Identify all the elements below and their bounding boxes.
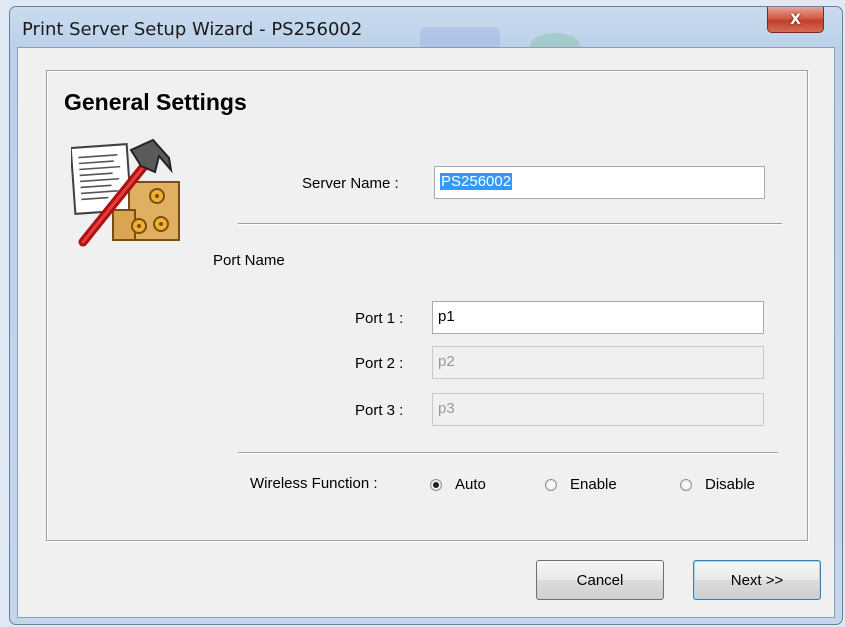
server-name-value: PS256002 — [440, 173, 513, 190]
port-1-label: Port 1 : — [355, 310, 404, 327]
separator — [238, 452, 778, 454]
radio-disable-label: Disable — [705, 476, 756, 493]
radio-auto-label: Auto — [455, 476, 486, 493]
cancel-button[interactable]: Cancel — [536, 560, 664, 600]
title-bar-glow — [420, 27, 500, 49]
port-1-input[interactable]: p1 — [432, 301, 764, 334]
port-2-label: Port 2 : — [355, 355, 404, 372]
server-name-input[interactable]: PS256002 — [434, 166, 765, 199]
port-2-input: p2 — [432, 346, 764, 379]
port-3-value: p3 — [438, 400, 455, 417]
port-name-section-label: Port Name — [213, 252, 285, 269]
window-title: Print Server Setup Wizard - PS256002 — [22, 19, 363, 40]
server-name-label: Server Name : — [302, 175, 399, 192]
port-3-input: p3 — [432, 393, 764, 426]
tools-document-icon — [71, 138, 180, 247]
radio-disable[interactable]: Disable — [680, 476, 755, 493]
radio-button-icon[interactable] — [430, 478, 442, 491]
radio-button-icon[interactable] — [545, 478, 557, 491]
port-3-label: Port 3 : — [355, 402, 404, 419]
next-button[interactable]: Next >> — [693, 560, 821, 600]
separator — [238, 223, 782, 225]
wireless-function-label: Wireless Function : — [250, 475, 378, 492]
wizard-window: Print Server Setup Wizard - PS256002 X G… — [9, 6, 843, 625]
radio-auto[interactable]: Auto — [430, 476, 486, 493]
port-1-value: p1 — [438, 308, 455, 325]
dialog-client-area: General Settings Server Name: PS256002 … — [17, 47, 835, 618]
port-2-value: p2 — [438, 353, 455, 370]
radio-selected-dot — [433, 481, 439, 488]
close-button[interactable]: X — [767, 7, 824, 33]
page-title: General Settings — [64, 89, 247, 115]
radio-enable[interactable]: Enable — [545, 476, 617, 493]
radio-button-icon[interactable] — [680, 478, 692, 491]
radio-enable-label: Enable — [570, 476, 617, 493]
close-icon: X — [790, 11, 801, 28]
